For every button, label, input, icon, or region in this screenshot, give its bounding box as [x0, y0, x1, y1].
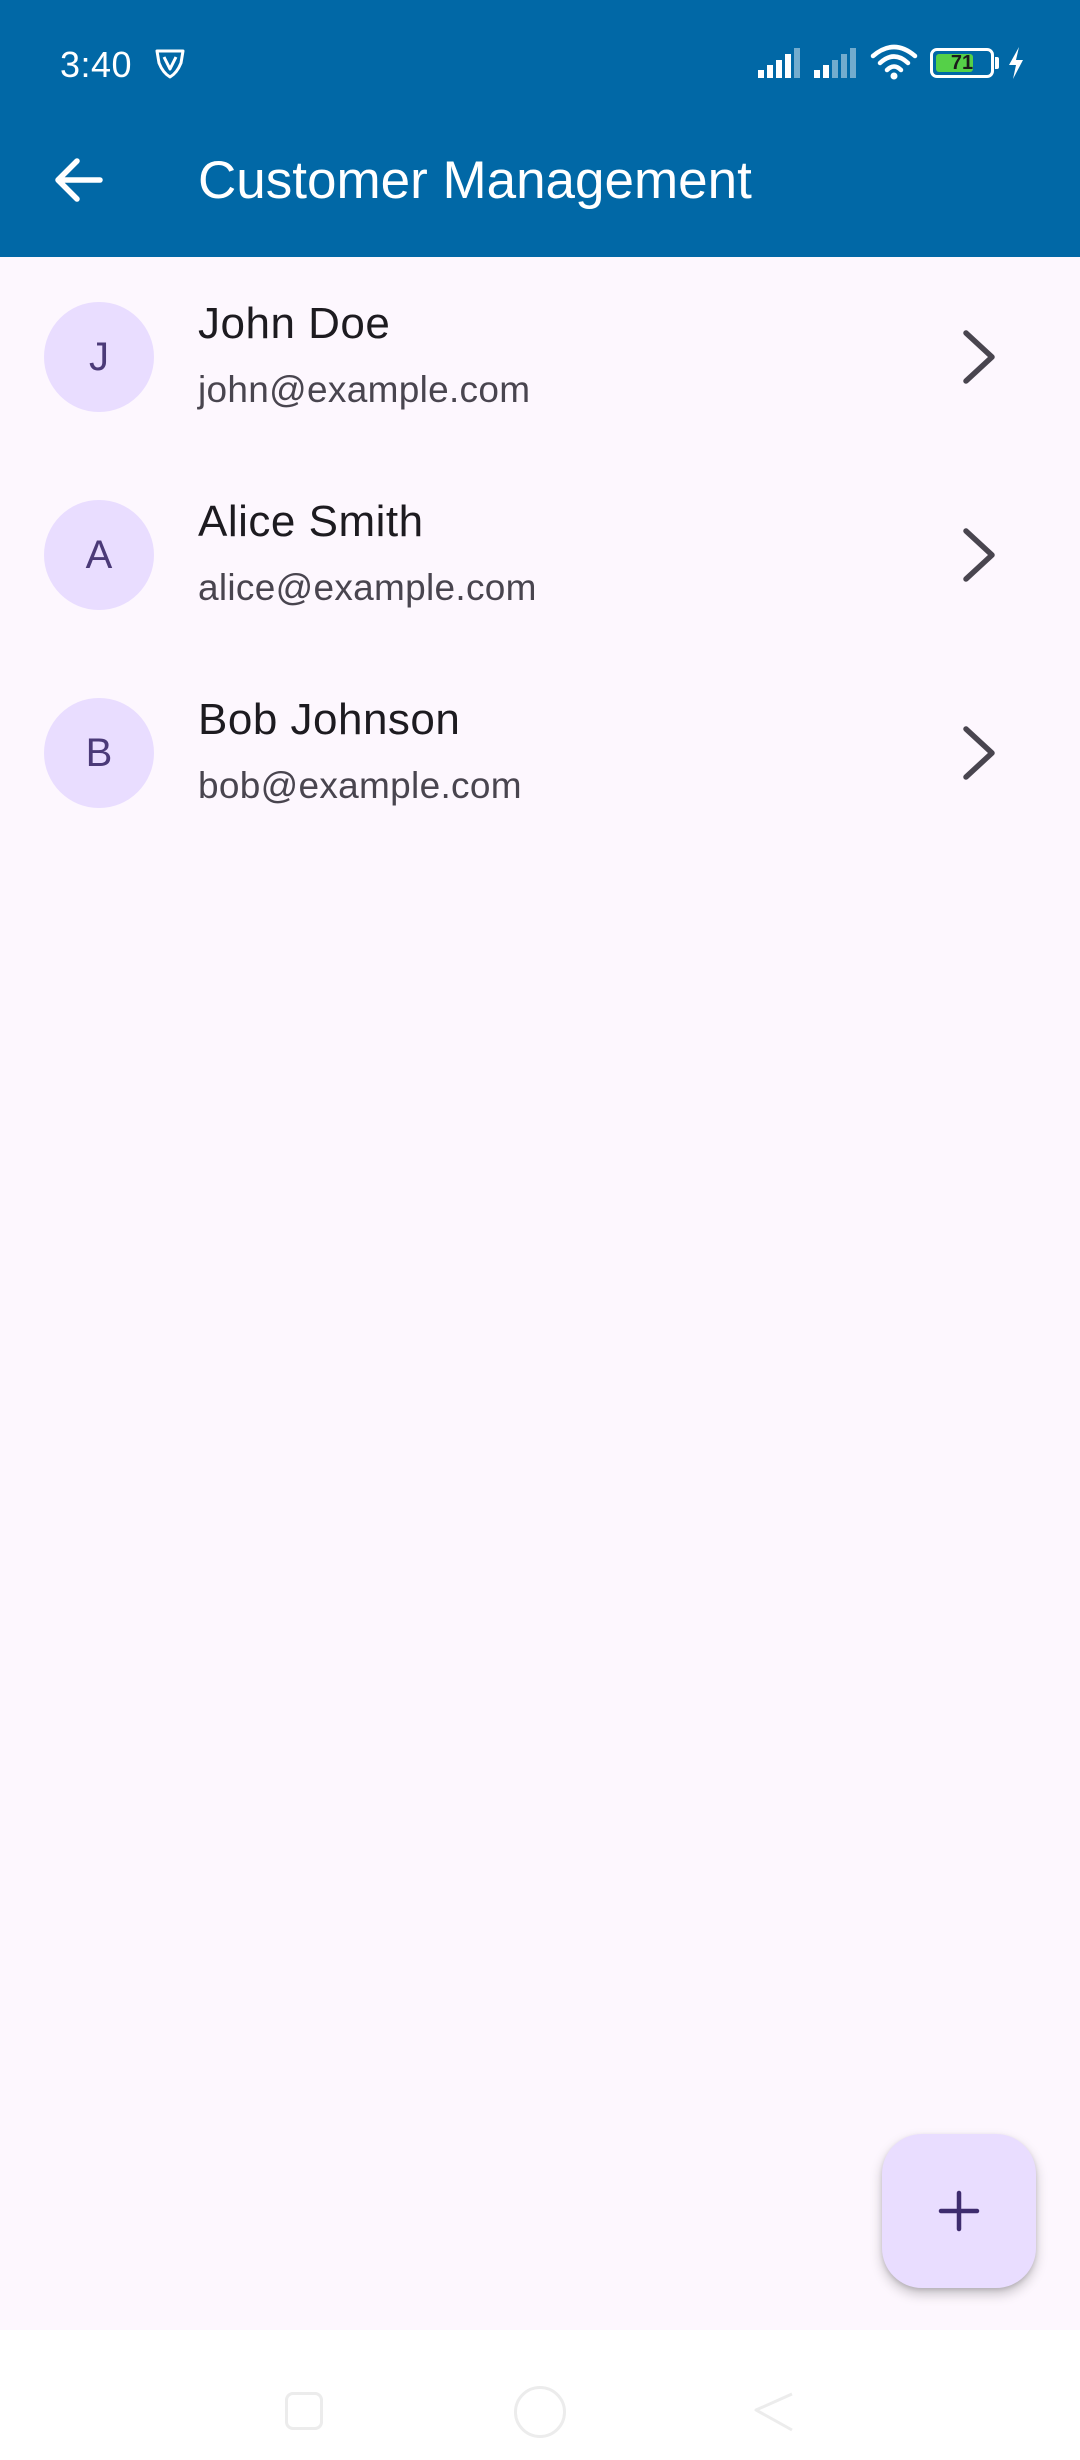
- battery-icon: 71: [930, 48, 994, 78]
- battery-nub: [995, 57, 999, 69]
- avatar: J: [44, 302, 154, 412]
- customer-name: John Doe: [198, 299, 391, 348]
- avatar: A: [44, 500, 154, 610]
- avatar-initial: B: [85, 730, 113, 775]
- page-title: Customer Management: [198, 151, 752, 210]
- back-icon[interactable]: [752, 2390, 796, 2434]
- chevron-right-icon: [963, 528, 995, 582]
- customer-list-item[interactable]: A Alice Smith alice@example.com: [0, 455, 1080, 653]
- customer-list-item[interactable]: J John Doe john@example.com: [0, 257, 1080, 455]
- customer-name: Bob Johnson: [198, 695, 461, 744]
- charging-bolt-icon: [1009, 47, 1023, 79]
- add-icon: [938, 2190, 980, 2232]
- cellular-signal-2-icon: [814, 48, 856, 78]
- back-button[interactable]: [38, 140, 118, 220]
- add-customer-button[interactable]: [882, 2134, 1036, 2288]
- wifi-icon: [870, 44, 918, 80]
- vpn-shield-icon: [155, 49, 185, 79]
- customer-email: alice@example.com: [198, 567, 537, 608]
- customer-name: Alice Smith: [198, 497, 424, 546]
- arrow-back-icon: [55, 158, 103, 202]
- status-time: 3:40: [60, 44, 133, 85]
- avatar: B: [44, 698, 154, 808]
- home-icon[interactable]: [514, 2386, 566, 2438]
- customer-list: J John Doe john@example.com A Alice Smit…: [0, 257, 1080, 851]
- customer-email: john@example.com: [198, 369, 531, 410]
- customer-email: bob@example.com: [198, 765, 522, 806]
- status-bar: 3:40 71: [0, 0, 1080, 130]
- avatar-initial: A: [85, 532, 113, 577]
- chevron-right-icon: [963, 330, 995, 384]
- avatar-initial: J: [89, 334, 109, 379]
- chevron-right-icon: [963, 726, 995, 780]
- battery-level: 71: [950, 52, 974, 74]
- app-header: 3:40 71 Customer Management: [0, 0, 1080, 257]
- recent-apps-icon[interactable]: [285, 2392, 323, 2430]
- customer-list-item[interactable]: B Bob Johnson bob@example.com: [0, 653, 1080, 851]
- system-navigation-bar: [0, 2330, 1080, 2460]
- cellular-signal-icon: [758, 48, 800, 78]
